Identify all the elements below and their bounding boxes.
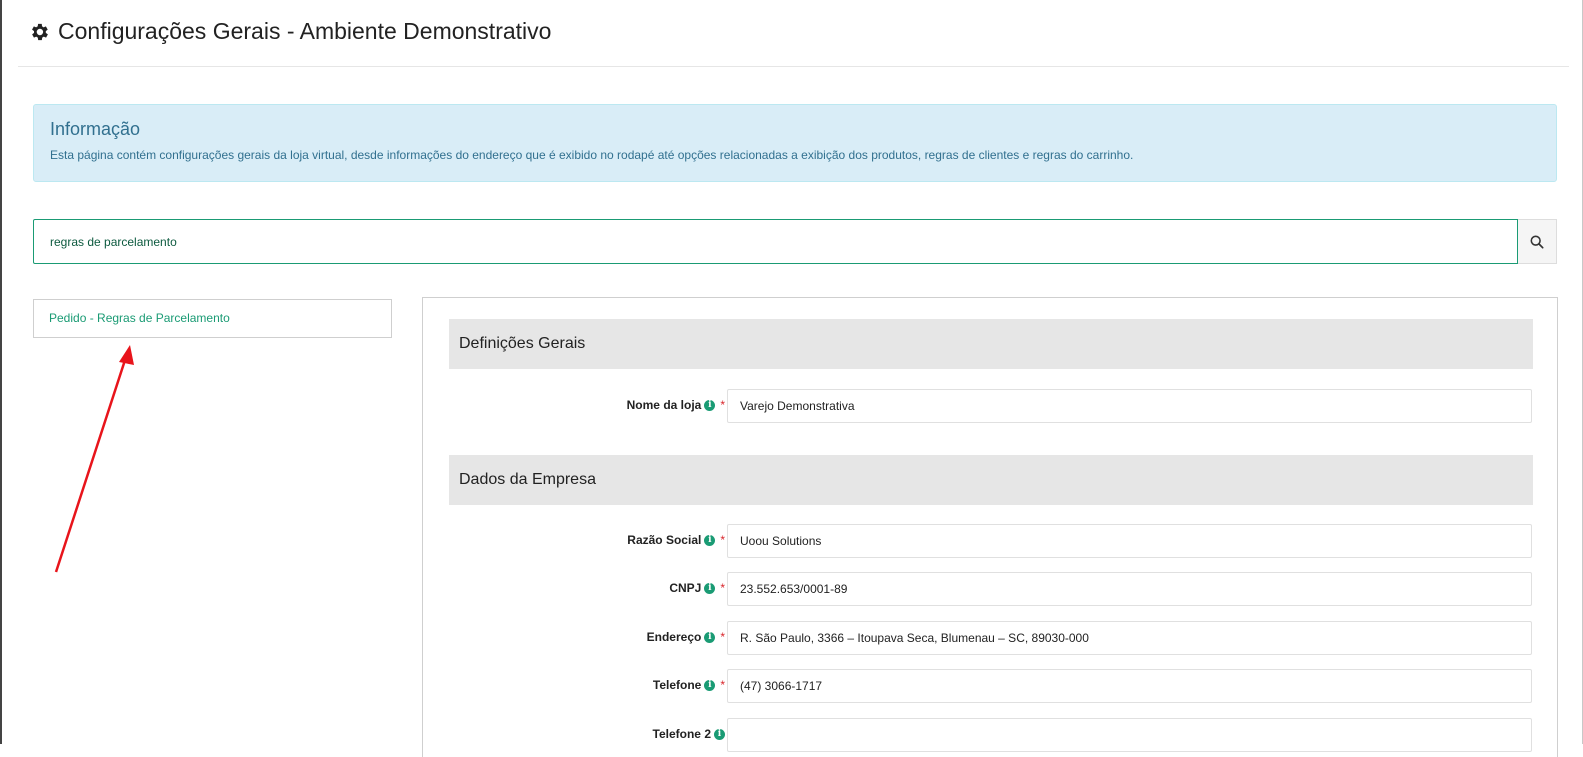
field-label-text: Telefone 2 xyxy=(652,727,711,741)
form-row-endereco: Endereço i * xyxy=(449,621,1533,655)
field-label-text: CNPJ xyxy=(669,581,702,595)
info-icon[interactable]: i xyxy=(704,534,716,546)
info-alert-title: Informação xyxy=(50,119,141,139)
required-mark: * xyxy=(720,581,725,595)
phone-2-field[interactable] xyxy=(727,718,1532,752)
info-icon[interactable]: i xyxy=(704,631,716,643)
field-label: Endereço i * xyxy=(647,630,725,644)
gear-icon xyxy=(32,23,48,40)
search-results-list: Pedido - Regras de Parcelamento xyxy=(33,299,392,338)
info-icon[interactable]: i xyxy=(704,582,716,594)
info-alert-text: Esta página contém configurações gerais … xyxy=(50,148,1134,162)
page-header: Configurações Gerais - Ambiente Demonstr… xyxy=(18,0,1569,67)
settings-panel: Definições Gerais Nome da loja i * Dados… xyxy=(422,297,1558,757)
search-icon xyxy=(1530,235,1544,249)
cnpj-field[interactable] xyxy=(727,572,1532,606)
required-mark: * xyxy=(720,630,725,644)
page-title-text: Configurações Gerais - Ambiente Demonstr… xyxy=(58,18,552,44)
store-name-field[interactable] xyxy=(727,389,1532,423)
page-title: Configurações Gerais - Ambiente Demonstr… xyxy=(28,18,551,45)
field-label: CNPJ i * xyxy=(669,581,725,595)
field-label-text: Nome da loja xyxy=(626,398,702,412)
required-mark: * xyxy=(720,678,725,692)
field-label-text: Razão Social xyxy=(627,533,702,547)
required-mark: * xyxy=(720,398,725,412)
search-result-item[interactable]: Pedido - Regras de Parcelamento xyxy=(34,300,391,336)
search-bar xyxy=(33,219,1557,264)
info-icon[interactable]: i xyxy=(714,728,725,740)
form-row-telefone-2: Telefone 2 i xyxy=(449,718,1533,752)
section-header-definicoes-gerais: Definições Gerais xyxy=(449,319,1533,369)
phone-field[interactable] xyxy=(727,669,1532,703)
section-header-dados-da-empresa: Dados da Empresa xyxy=(449,455,1533,505)
annotation-arrow xyxy=(54,345,134,573)
company-name-field[interactable] xyxy=(727,524,1532,558)
search-button[interactable] xyxy=(1518,219,1557,264)
address-field[interactable] xyxy=(727,621,1532,655)
info-alert: Informação Esta página contém configuraç… xyxy=(33,104,1557,182)
form-row-telefone: Telefone i * xyxy=(449,669,1533,703)
form-row-nome-da-loja: Nome da loja i * xyxy=(449,389,1533,423)
app-frame: Configurações Gerais - Ambiente Demonstr… xyxy=(0,0,1583,757)
form-row-cnpj: CNPJ i * xyxy=(449,572,1533,606)
field-label: Nome da loja i * xyxy=(627,398,725,412)
field-label: Telefone i * xyxy=(653,678,725,692)
form-row-razao-social: Razão Social i * xyxy=(449,524,1533,558)
field-label: Telefone 2 i xyxy=(653,727,725,741)
field-label: Razão Social i * xyxy=(627,533,725,547)
required-mark: * xyxy=(720,533,725,547)
field-label-text: Endereço xyxy=(646,630,702,644)
search-input[interactable] xyxy=(33,219,1518,264)
info-icon[interactable]: i xyxy=(704,679,716,691)
info-icon[interactable]: i xyxy=(704,399,716,411)
field-label-text: Telefone xyxy=(652,678,702,692)
